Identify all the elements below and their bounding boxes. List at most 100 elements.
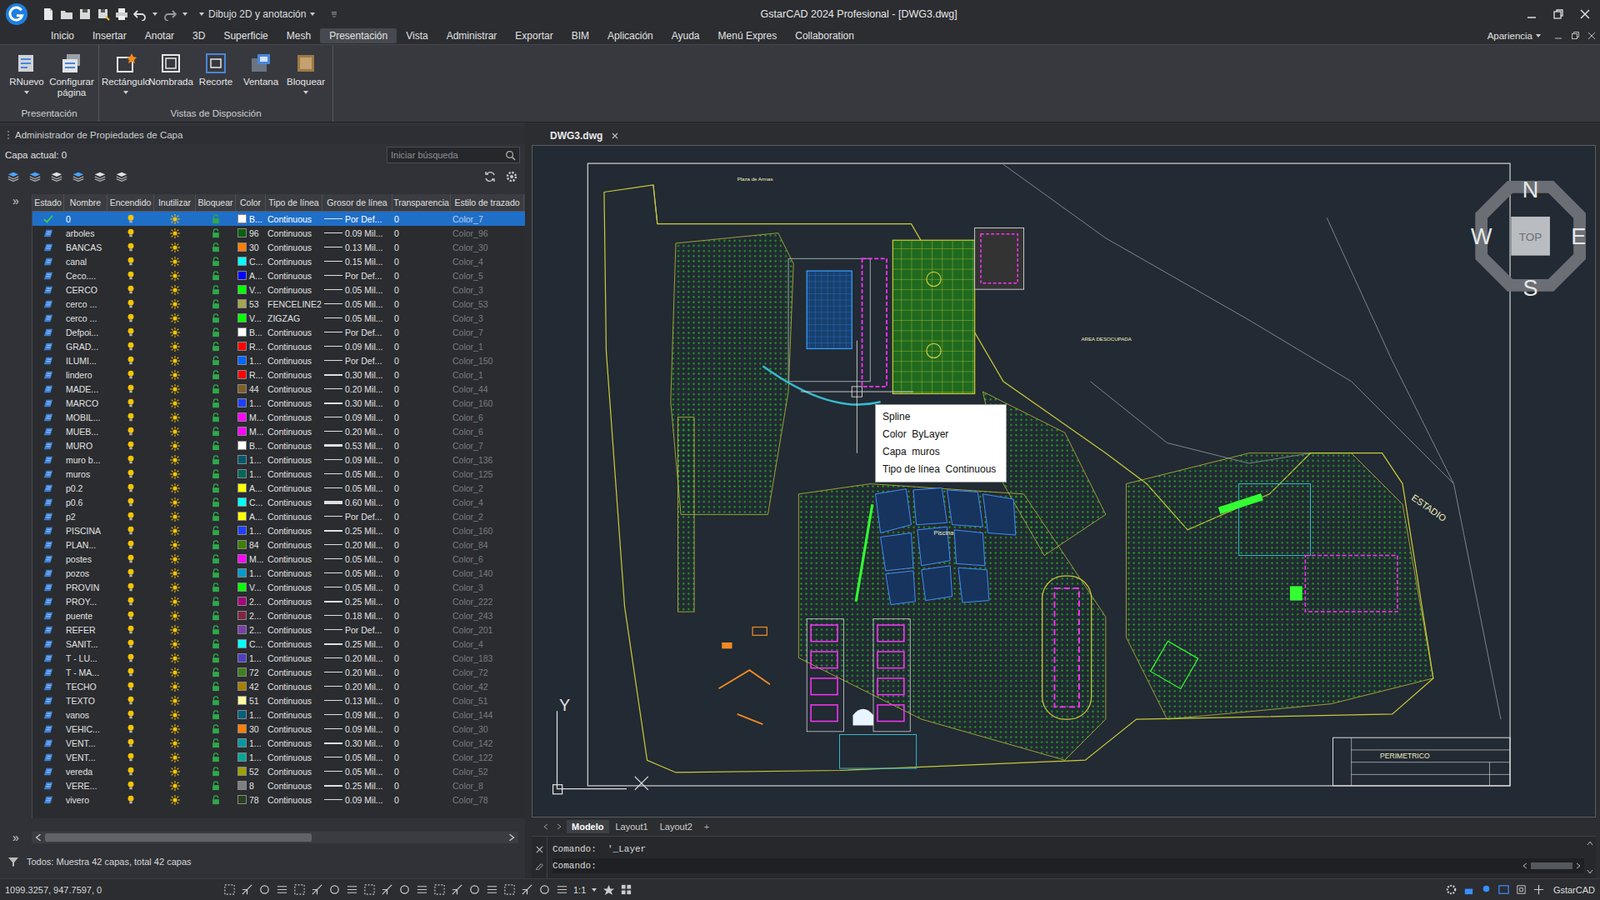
layer-state-icon[interactable] (43, 355, 54, 366)
sun-icon[interactable] (170, 384, 180, 395)
unlocked-icon[interactable] (210, 497, 221, 508)
layer-state-icon[interactable] (43, 256, 54, 267)
layer-state-icon[interactable] (43, 752, 54, 763)
refresh-icon[interactable] (483, 170, 497, 184)
sun-icon[interactable] (170, 497, 180, 508)
unlocked-icon[interactable] (210, 511, 221, 522)
sun-icon[interactable] (170, 596, 180, 607)
workspace-switch-icon[interactable] (620, 883, 633, 896)
sun-icon[interactable] (170, 214, 180, 225)
lineweight-cell[interactable]: 0.25 Mil... (322, 639, 393, 650)
layer-state-icon[interactable] (43, 695, 54, 706)
color-cell[interactable]: V... (235, 313, 266, 324)
lineweight-cell[interactable]: 0.18 Mil... (322, 610, 393, 621)
sun-icon[interactable] (170, 270, 180, 281)
unlocked-icon[interactable] (210, 313, 221, 324)
bulb-icon[interactable] (125, 214, 136, 225)
lineweight-cell[interactable]: 0.05 Mil... (322, 766, 393, 777)
save-icon[interactable] (78, 7, 92, 21)
layer-state-icon[interactable] (43, 724, 54, 735)
layer-row[interactable]: p2A...ContinuousPor Def...0Color_2 (32, 509, 525, 524)
sun-icon[interactable] (170, 610, 180, 621)
transparency-cell[interactable]: 0 (392, 554, 451, 565)
layer-state-icon[interactable] (43, 299, 54, 310)
drafting-toggle-icon[interactable] (450, 883, 464, 896)
transparency-cell[interactable]: 0 (392, 426, 451, 437)
unlocked-icon[interactable] (210, 327, 221, 338)
ribbon-tab[interactable]: Anotar (135, 28, 184, 44)
color-cell[interactable]: 84 (235, 540, 266, 550)
layer-row[interactable]: arboles96Continuous0.09 Mil...0Color_96 (32, 225, 525, 240)
transparency-cell[interactable]: 0 (392, 355, 451, 366)
layer-row[interactable]: VERE...8Continuous0.25 Mil...0Color_8 (32, 778, 525, 793)
layer-state-icon[interactable] (43, 483, 54, 494)
layer-row[interactable]: MUEB...M...Continuous0.20 Mil...0Color_6 (32, 424, 525, 439)
drafting-toggle-icon[interactable] (485, 883, 499, 896)
drafting-toggle-icon[interactable] (310, 883, 324, 896)
doc-close-icon[interactable] (1586, 30, 1597, 41)
sun-icon[interactable] (170, 695, 180, 706)
unlocked-icon[interactable] (210, 440, 221, 451)
sun-icon[interactable] (170, 540, 180, 550)
lineweight-cell[interactable]: Por Def... (322, 625, 393, 635)
linetype-cell[interactable]: Continuous (265, 497, 323, 508)
transparency-cell[interactable]: 0 (392, 440, 451, 451)
color-cell[interactable]: 53 (235, 299, 266, 310)
linetype-cell[interactable]: Continuous (265, 795, 323, 805)
drafting-toggle-icon[interactable] (380, 883, 394, 896)
unlocked-icon[interactable] (210, 596, 221, 607)
undo-dropdown-icon[interactable] (151, 10, 159, 18)
unlocked-icon[interactable] (210, 795, 221, 805)
unlocked-icon[interactable] (210, 738, 221, 749)
command-input[interactable]: Comando: (552, 858, 1585, 874)
layer-tool-icon[interactable] (28, 170, 42, 184)
transparency-cell[interactable]: 0 (392, 285, 451, 295)
color-cell[interactable]: R... (235, 370, 266, 380)
layer-state-icon[interactable] (43, 596, 54, 607)
doc-minimize-icon[interactable] (1553, 30, 1564, 41)
bulb-icon[interactable] (125, 738, 136, 749)
tool-dropdown-icon[interactable] (302, 89, 310, 96)
transparency-cell[interactable]: 0 (392, 681, 451, 692)
unlocked-icon[interactable] (210, 724, 221, 735)
layer-state-icon[interactable] (43, 384, 54, 395)
drafting-toggle-icon[interactable] (520, 883, 534, 896)
unlocked-icon[interactable] (210, 242, 221, 253)
lineweight-cell[interactable]: 0.09 Mil... (322, 795, 393, 805)
layer-row[interactable]: muros1...Continuous0.05 Mil...0Color_125 (32, 466, 525, 481)
color-cell[interactable]: C... (235, 639, 266, 650)
layer-state-icon[interactable] (43, 738, 54, 749)
new-file-icon[interactable] (41, 7, 55, 21)
sun-icon[interactable] (170, 426, 180, 437)
annotation-scale[interactable]: 1:1 (573, 885, 586, 895)
drafting-toggle-icon[interactable] (328, 883, 341, 896)
linetype-cell[interactable]: FENCELINE2 (265, 299, 323, 310)
layer-row[interactable]: vereda52Continuous0.05 Mil...0Color_52 (32, 764, 525, 779)
unlocked-icon[interactable] (210, 398, 221, 409)
color-cell[interactable]: 1... (235, 752, 266, 763)
bulb-icon[interactable] (125, 242, 136, 253)
ribbon-tab[interactable]: Superficie (214, 28, 277, 44)
color-cell[interactable]: V... (235, 285, 266, 295)
layer-state-icon[interactable] (43, 653, 54, 664)
lineweight-cell[interactable]: 0.60 Mil... (322, 497, 393, 508)
color-cell[interactable]: 44 (235, 384, 266, 395)
transparency-cell[interactable]: 0 (392, 724, 451, 735)
unlocked-icon[interactable] (210, 625, 221, 635)
status-tray-icon[interactable] (1462, 883, 1475, 896)
linetype-cell[interactable]: Continuous (265, 412, 323, 423)
ribbon-tool[interactable]: RNuevo (5, 51, 49, 109)
color-cell[interactable]: 2... (235, 596, 266, 607)
sun-icon[interactable] (170, 554, 180, 565)
layer-state-icon[interactable] (43, 639, 54, 650)
layer-state-icon[interactable] (43, 313, 54, 324)
lineweight-cell[interactable]: 0.30 Mil... (322, 370, 393, 380)
drafting-toggle-icon[interactable] (275, 883, 289, 896)
layer-row[interactable]: pozos1...Continuous0.05 Mil...0Color_140 (32, 565, 525, 580)
color-cell[interactable]: 1... (235, 710, 266, 720)
scale-caret-icon[interactable] (590, 886, 598, 894)
lineweight-cell[interactable]: 0.53 Mil... (322, 440, 393, 451)
bulb-icon[interactable] (125, 610, 136, 621)
unlocked-icon[interactable] (210, 455, 221, 465)
column-header[interactable]: Estado (32, 194, 65, 211)
